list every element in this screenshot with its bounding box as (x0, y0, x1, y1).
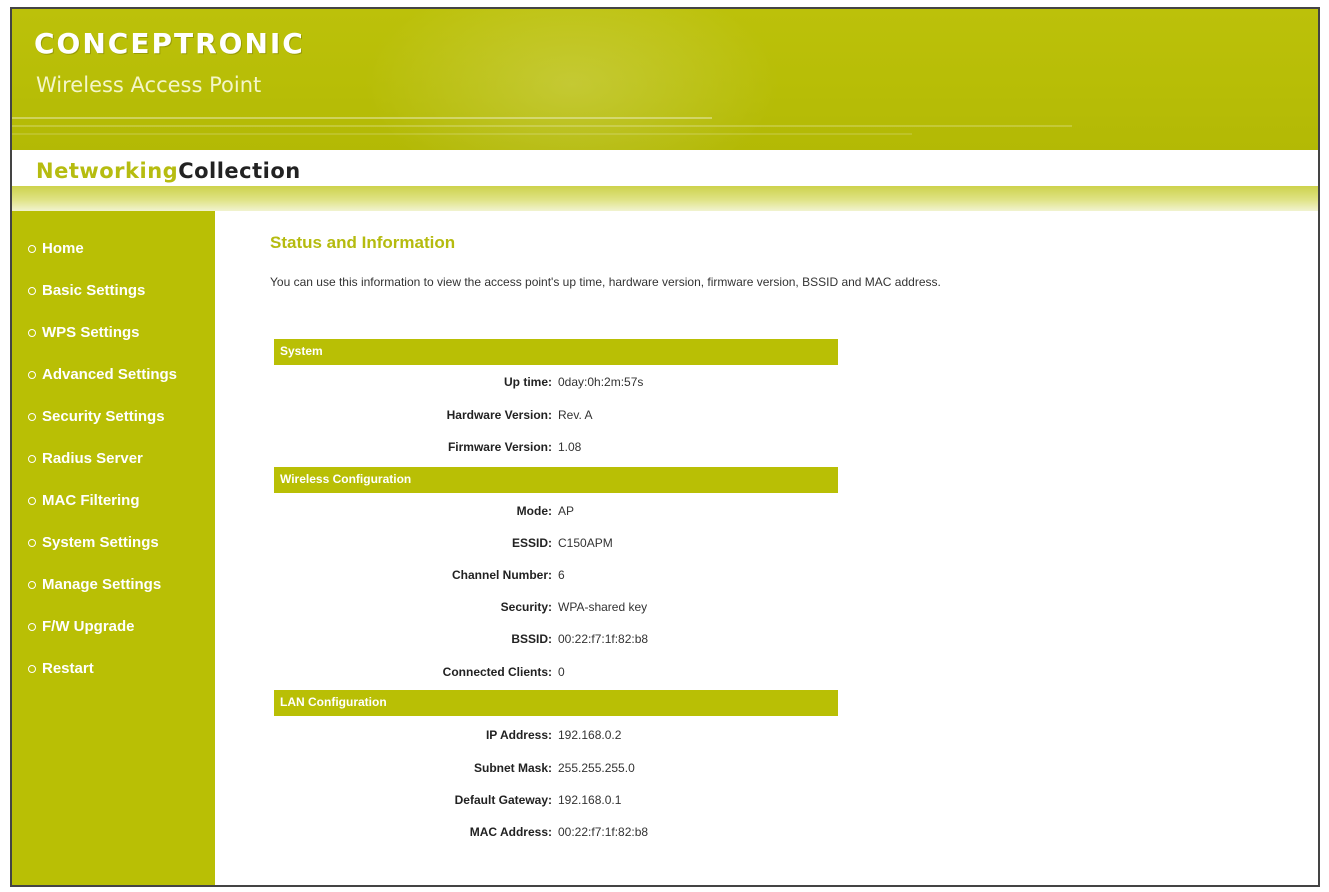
bullet-icon (28, 244, 36, 253)
bullet-icon (28, 622, 36, 631)
sidebar-item-fw-upgrade[interactable]: F/W Upgrade (28, 618, 135, 635)
sidebar-nav: Home Basic Settings WPS Settings Advance… (12, 211, 215, 885)
info-row-default-gateway: Default Gateway: 192.168.0.1 (274, 793, 838, 813)
info-row-ip-address: IP Address: 192.168.0.2 (274, 728, 838, 748)
info-label: Firmware Version: (447, 440, 552, 454)
info-row-connected-clients: Connected Clients: 0 (274, 665, 838, 685)
bullet-icon (28, 580, 36, 589)
bullet-icon (28, 496, 36, 505)
info-label: Connected Clients: (442, 665, 552, 679)
info-value: 192.168.0.1 (558, 793, 622, 807)
section-header-lan-configuration: LAN Configuration (274, 690, 838, 716)
info-row-channel-number: Channel Number: 6 (274, 568, 838, 588)
banner-streak-decoration (12, 125, 1072, 127)
info-label: IP Address: (485, 728, 552, 742)
info-value: 00:22:f7:1f:82:b8 (558, 632, 649, 646)
sidebar-item-restart[interactable]: Restart (28, 660, 94, 677)
info-value: 00:22:f7:1f:82:b8 (558, 825, 649, 839)
info-label: Up time: (504, 375, 552, 389)
brand-logo: CONCEPTRONIC (34, 27, 305, 60)
info-value: WPA-shared key (558, 600, 648, 614)
bullet-icon (28, 664, 36, 673)
sidebar-item-manage-settings[interactable]: Manage Settings (28, 576, 161, 593)
sidebar-item-advanced-settings[interactable]: Advanced Settings (28, 366, 177, 383)
sidebar-item-label: Advanced Settings (42, 366, 178, 383)
sidebar-item-label: Security Settings (42, 408, 165, 425)
sidebar-item-label: Home (42, 240, 84, 257)
bullet-icon (28, 454, 36, 463)
info-label: BSSID: (511, 632, 552, 646)
info-label: Hardware Version: (446, 408, 552, 422)
info-row-mode: Mode: AP (274, 504, 838, 524)
info-value: 255.255.255.0 (558, 761, 635, 775)
sidebar-item-label: Radius Server (42, 450, 143, 467)
product-name: Wireless Access Point (36, 73, 262, 97)
info-value: 0 (558, 665, 565, 679)
browser-page-frame: CONCEPTRONIC Wireless Access Point Netwo… (10, 7, 1320, 887)
sidebar-item-mac-filtering[interactable]: MAC Filtering (28, 492, 140, 509)
sidebar-item-security-settings[interactable]: Security Settings (28, 408, 165, 425)
info-label: Subnet Mask: (473, 761, 552, 775)
info-label: Channel Number: (451, 568, 552, 582)
banner-swoosh-decoration (362, 9, 782, 150)
sidebar-item-radius-server[interactable]: Radius Server (28, 450, 143, 467)
banner-streak-decoration (12, 133, 912, 135)
header-banner: CONCEPTRONIC Wireless Access Point (12, 9, 1318, 150)
main-content: Status and Information You can use this … (215, 211, 1318, 885)
bullet-icon (28, 370, 36, 379)
collection-logo-part2: Collection (178, 159, 301, 183)
info-row-essid: ESSID: C150APM (274, 536, 838, 556)
sidebar-item-label: F/W Upgrade (42, 618, 135, 635)
info-label: Default Gateway: (454, 793, 552, 807)
section-header-system: System (274, 339, 838, 365)
bullet-icon (28, 538, 36, 547)
sidebar-item-label: Manage Settings (42, 576, 162, 593)
info-value: 0day:0h:2m:57s (558, 375, 644, 389)
info-row-firmware-version: Firmware Version: 1.08 (274, 440, 838, 460)
info-label: ESSID: (511, 536, 552, 550)
header-divider-band (12, 186, 1318, 211)
info-value: C150APM (558, 536, 613, 550)
sidebar-item-system-settings[interactable]: System Settings (28, 534, 159, 551)
info-value: 1.08 (558, 440, 582, 454)
bullet-icon (28, 286, 36, 295)
collection-logo: NetworkingCollection (36, 159, 301, 183)
info-label: Mode: (516, 504, 552, 518)
info-value: AP (558, 504, 575, 518)
info-row-mac-address: MAC Address: 00:22:f7:1f:82:b8 (274, 825, 838, 845)
section-header-wireless-configuration: Wireless Configuration (274, 467, 838, 493)
sidebar-item-home[interactable]: Home (28, 240, 84, 257)
page-description: You can use this information to view the… (270, 275, 941, 289)
info-row-subnet-mask: Subnet Mask: 255.255.255.0 (274, 761, 838, 781)
sidebar-item-label: Restart (42, 660, 94, 677)
sidebar-item-wps-settings[interactable]: WPS Settings (28, 324, 140, 341)
bullet-icon (28, 412, 36, 421)
collection-logo-part1: Networking (36, 159, 179, 183)
info-value: 6 (558, 568, 565, 582)
sidebar-item-label: MAC Filtering (42, 492, 140, 509)
banner-streak-decoration (12, 117, 712, 119)
info-label: MAC Address: (469, 825, 552, 839)
bullet-icon (28, 328, 36, 337)
sidebar-item-basic-settings[interactable]: Basic Settings (28, 282, 145, 299)
info-row-security: Security: WPA-shared key (274, 600, 838, 620)
info-row-up-time: Up time: 0day:0h:2m:57s (274, 375, 838, 395)
page-title: Status and Information (270, 233, 456, 252)
info-value: 192.168.0.2 (558, 728, 622, 742)
info-row-hardware-version: Hardware Version: Rev. A (274, 408, 838, 428)
sidebar-item-label: System Settings (42, 534, 159, 551)
sidebar-item-label: Basic Settings (42, 282, 146, 299)
info-value: Rev. A (558, 408, 593, 422)
sidebar-item-label: WPS Settings (42, 324, 140, 341)
info-row-bssid: BSSID: 00:22:f7:1f:82:b8 (274, 632, 838, 652)
info-label: Security: (500, 600, 552, 614)
collection-strip: NetworkingCollection (12, 150, 1318, 186)
